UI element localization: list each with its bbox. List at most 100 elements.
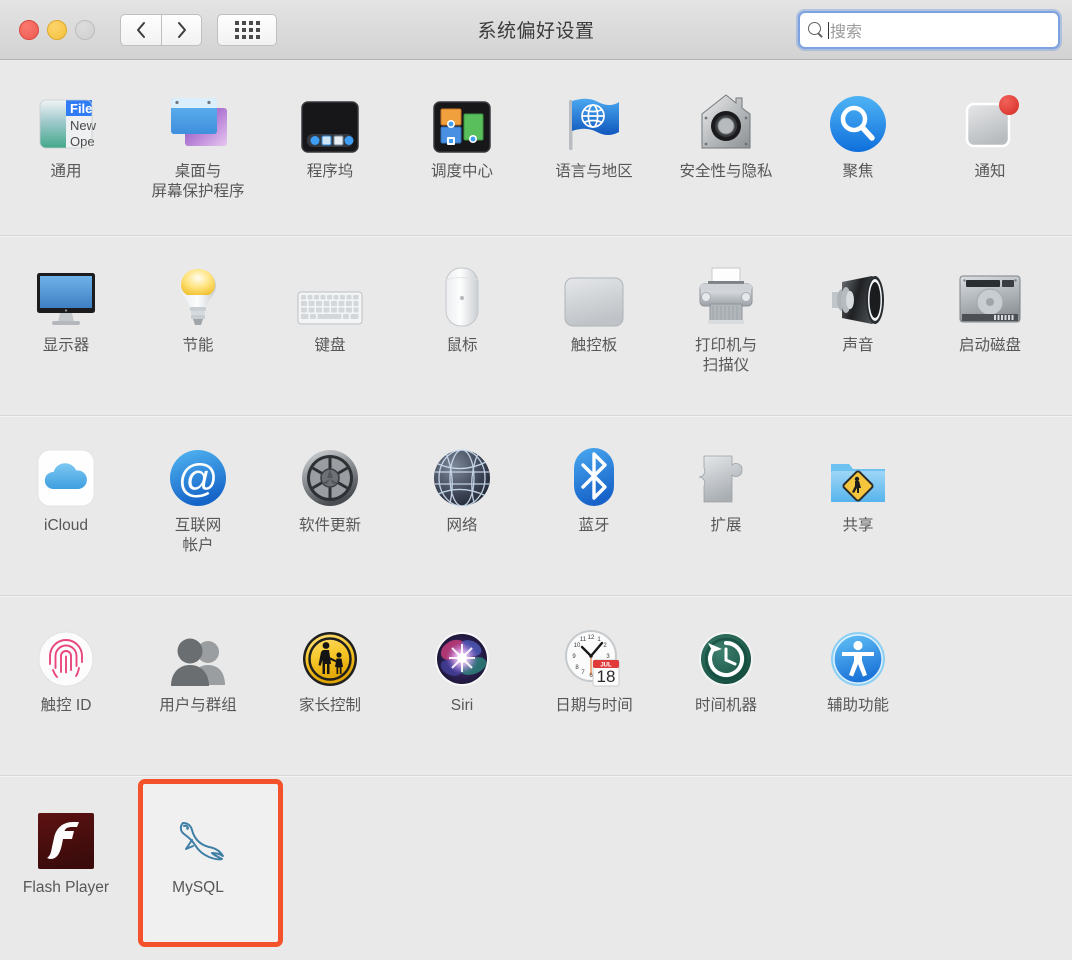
general-icon: File New Ope [33,88,99,154]
pane-sharing[interactable]: 共享 [792,416,924,595]
startup-disk-icon [957,262,1023,328]
svg-text:File: File [70,101,92,116]
siri-icon [429,622,495,688]
system-preferences-window: 系统偏好设置 搜索 File New Ope 通用 桌面与 屏幕保护程序 程序坞… [0,0,1072,960]
language-region-icon [561,88,627,154]
pane-siri[interactable]: Siri [396,596,528,775]
pane-icloud[interactable]: iCloud [0,416,132,595]
notifications-icon [957,88,1023,154]
pane-label: 语言与地区 [555,163,633,180]
pane-label: 节能 [182,337,214,354]
pane-users-groups[interactable]: 用户与群组 [132,596,264,775]
desktop-screensaver-icon [165,88,231,154]
dock-icon [297,88,363,154]
pane-mouse[interactable]: 鼠标 [396,236,528,415]
pane-network[interactable]: 网络 [396,416,528,595]
pane-dock[interactable]: 程序坞 [264,60,396,235]
pane-displays[interactable]: 显示器 [0,236,132,415]
pane-software-update[interactable]: 软件更新 [264,416,396,595]
forward-button[interactable] [161,13,202,46]
back-button[interactable] [120,13,161,46]
svg-text:11: 11 [580,637,587,643]
keyboard-icon [297,262,363,328]
svg-text:New: New [70,118,97,133]
pane-printers-scanners[interactable]: 打印机与 扫描仪 [660,236,792,415]
pane-label: 通用 [50,163,82,180]
pane-label: 触控 ID [40,697,92,714]
svg-text:Ope: Ope [70,134,95,149]
pane-trackpad[interactable]: 触控板 [528,236,660,415]
search-icon [808,22,824,38]
grid-dots-icon [234,20,260,39]
svg-text:10: 10 [574,643,581,649]
search-field-wrapper: 搜索 [798,11,1060,49]
pane-label: 安全性与隐私 [679,163,773,180]
pane-accessibility[interactable]: 辅助功能 [792,596,924,775]
sound-icon [825,262,891,328]
printers-scanners-icon [693,262,759,328]
pane-parental-controls[interactable]: 家长控制 [264,596,396,775]
pane-label: 互联网 帐户 [174,517,222,554]
pane-label: 触控板 [570,337,618,354]
pane-label: 通知 [974,163,1006,180]
extensions-icon [693,442,759,508]
bluetooth-icon [561,442,627,508]
pane-label: 声音 [842,337,874,354]
pane-date-time[interactable]: 1212 345 678 91011 JUL 18 [528,596,660,775]
mysql-dolphin-icon [165,804,231,870]
window-titlebar: 系统偏好设置 搜索 [0,0,1072,60]
trackpad-icon [561,262,627,328]
pane-label: 键盘 [314,337,346,354]
text-caret [828,21,829,39]
pane-label: iCloud [44,517,88,534]
row-hardware: 显示器 节能 键盘 鼠标 触控板 打印机与 扫描仪 声音 启动磁盘 [0,235,1072,415]
pane-label: 用户与群组 [159,697,237,714]
close-button[interactable] [19,19,39,40]
calendar-day: 18 [597,667,616,686]
pane-bluetooth[interactable]: 蓝牙 [528,416,660,595]
pane-mysql[interactable]: MySQL [132,776,283,960]
pane-flash-player[interactable]: Flash Player [0,776,132,960]
pane-desktop-screensaver[interactable]: 桌面与 屏幕保护程序 [132,60,264,235]
minimize-button[interactable] [47,19,67,40]
software-update-icon [297,442,363,508]
pane-extensions[interactable]: 扩展 [660,416,792,595]
pane-label: 显示器 [42,337,90,354]
parental-controls-icon [297,622,363,688]
row-personal: File New Ope 通用 桌面与 屏幕保护程序 程序坞 调度中心 语言与地… [0,60,1072,235]
network-icon [429,442,495,508]
pane-startup-disk[interactable]: 启动磁盘 [924,236,1056,415]
svg-text:@: @ [178,457,219,501]
pane-sound[interactable]: 声音 [792,236,924,415]
zoom-button [75,19,95,40]
security-privacy-icon [693,88,759,154]
search-input[interactable]: 搜索 [798,11,1060,49]
row-internet: iCloud @ 互联网 帐户 软件更新 网络 蓝牙 扩展 共享 [0,415,1072,595]
pane-energy-saver[interactable]: 节能 [132,236,264,415]
pane-language-region[interactable]: 语言与地区 [528,60,660,235]
pane-internet-accounts[interactable]: @ 互联网 帐户 [132,416,264,595]
pane-label: 共享 [842,517,874,534]
pane-label: 打印机与 扫描仪 [694,337,757,374]
pane-mission-control[interactable]: 调度中心 [396,60,528,235]
icloud-icon [33,442,99,508]
pane-keyboard[interactable]: 键盘 [264,236,396,415]
pane-touch-id[interactable]: 触控 ID [0,596,132,775]
pane-label: 软件更新 [298,517,361,534]
sharing-icon [825,442,891,508]
pane-label: 蓝牙 [578,517,610,534]
pane-label: 启动磁盘 [958,337,1021,354]
pane-spotlight[interactable]: 聚焦 [792,60,924,235]
spotlight-icon [825,88,891,154]
chevron-left-icon [137,21,145,38]
pane-label: 辅助功能 [826,697,889,714]
pane-notifications[interactable]: 通知 [924,60,1056,235]
pane-label: 扩展 [710,517,742,534]
pane-security-privacy[interactable]: 安全性与隐私 [660,60,792,235]
navigation-buttons [120,13,202,46]
show-all-button[interactable] [217,13,277,46]
pane-label: 鼠标 [446,337,478,354]
time-machine-icon [693,622,759,688]
pane-time-machine[interactable]: 时间机器 [660,596,792,775]
pane-general[interactable]: File New Ope 通用 [0,60,132,235]
